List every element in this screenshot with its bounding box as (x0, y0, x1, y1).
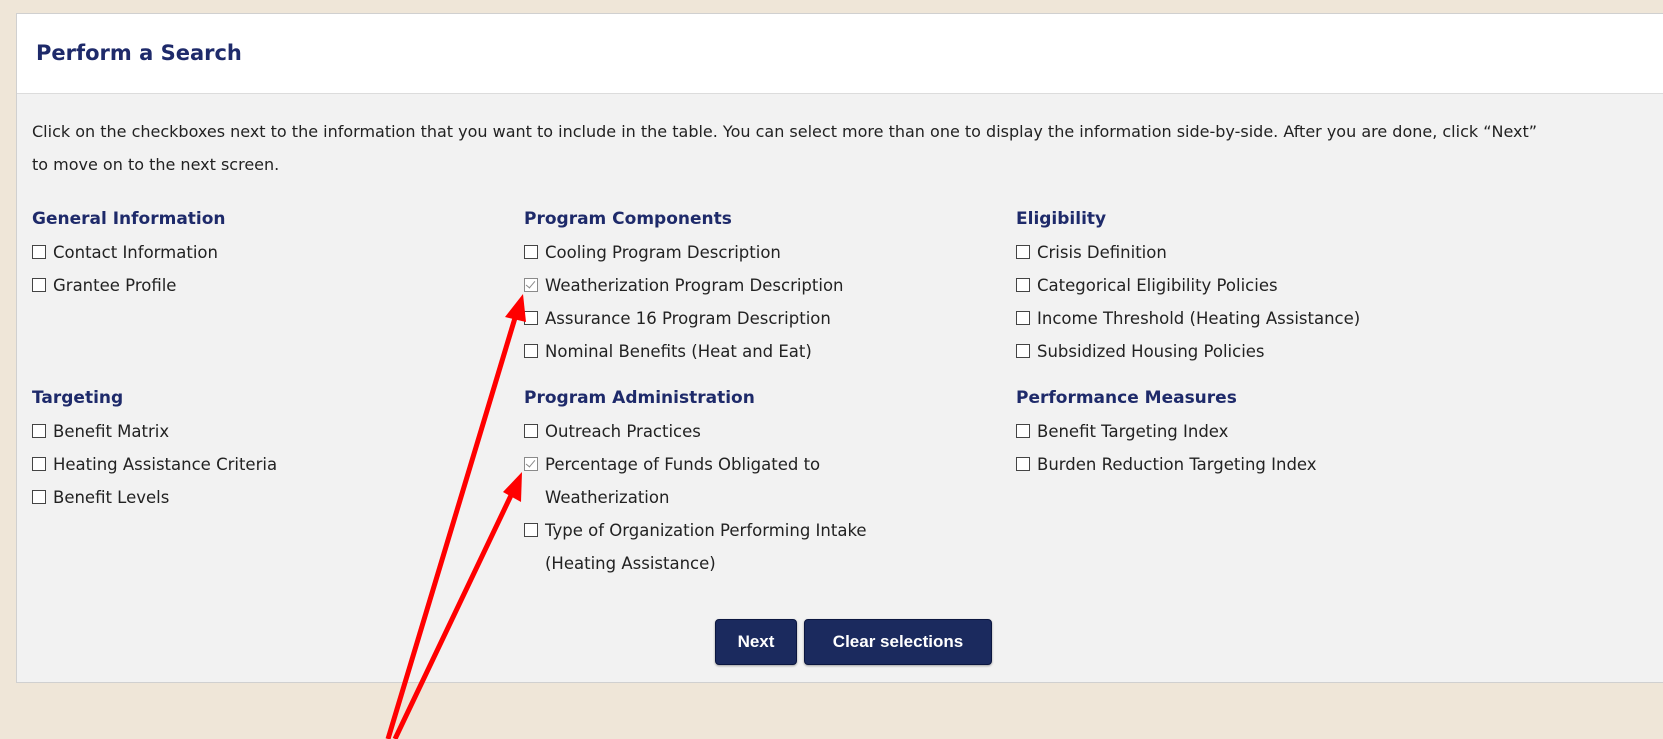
option-label: Type of Organization Performing Intake (… (545, 521, 867, 573)
option-label: Burden Reduction Targeting Index (1037, 455, 1317, 474)
option-label: Weatherization Program Description (545, 276, 844, 295)
group-performance-measures: Performance Measures Benefit Targeting I… (1016, 381, 1317, 481)
checkbox[interactable] (524, 344, 538, 358)
group-title: General Information (32, 209, 226, 229)
option-label: Subsidized Housing Policies (1037, 342, 1265, 361)
option-type-of-organization-intake[interactable]: Type of Organization Performing Intake (… (524, 514, 924, 580)
checkbox[interactable] (524, 523, 538, 537)
option-income-threshold[interactable]: Income Threshold (Heating Assistance) (1016, 302, 1360, 335)
option-contact-information[interactable]: Contact Information (32, 236, 226, 269)
option-label: Nominal Benefits (Heat and Eat) (545, 342, 812, 361)
checkbox-checked[interactable] (524, 278, 538, 292)
group-eligibility: Eligibility Crisis Definition Categorica… (1016, 202, 1360, 368)
option-percentage-funds-weatherization[interactable]: Percentage of Funds Obligated to Weather… (524, 448, 924, 514)
group-program-administration: Program Administration Outreach Practice… (524, 381, 924, 580)
checkbox[interactable] (1016, 311, 1030, 325)
instructions-text: Click on the checkboxes next to the info… (32, 122, 1538, 174)
option-subsidized-housing-policies[interactable]: Subsidized Housing Policies (1016, 335, 1360, 368)
checkbox[interactable] (1016, 424, 1030, 438)
page-title: Perform a Search (36, 41, 242, 65)
group-targeting: Targeting Benefit Matrix Heating Assista… (32, 381, 277, 514)
option-benefit-levels[interactable]: Benefit Levels (32, 481, 277, 514)
option-heating-assistance-criteria[interactable]: Heating Assistance Criteria (32, 448, 277, 481)
checkbox[interactable] (1016, 344, 1030, 358)
group-title: Eligibility (1016, 209, 1107, 229)
group-general-information: General Information Contact Information … (32, 202, 226, 302)
checkbox[interactable] (32, 245, 46, 259)
next-button[interactable]: Next (715, 619, 797, 665)
option-grantee-profile[interactable]: Grantee Profile (32, 269, 226, 302)
option-label: Income Threshold (Heating Assistance) (1037, 309, 1361, 328)
checkbox-checked[interactable] (524, 457, 538, 471)
option-assurance-16-program-description[interactable]: Assurance 16 Program Description (524, 302, 924, 335)
checkbox[interactable] (32, 457, 46, 471)
group-program-components: Program Components Cooling Program Descr… (524, 202, 924, 368)
option-outreach-practices[interactable]: Outreach Practices (524, 415, 924, 448)
option-label: Contact Information (53, 243, 218, 262)
option-label: Crisis Definition (1037, 243, 1167, 262)
checkbox[interactable] (524, 424, 538, 438)
option-label: Benefit Matrix (53, 422, 170, 441)
option-nominal-benefits[interactable]: Nominal Benefits (Heat and Eat) (524, 335, 924, 368)
checkbox[interactable] (32, 278, 46, 292)
option-crisis-definition[interactable]: Crisis Definition (1016, 236, 1360, 269)
group-title: Program Components (524, 209, 732, 229)
option-label: Assurance 16 Program Description (545, 309, 831, 328)
group-title: Performance Measures (1016, 388, 1237, 408)
group-title: Program Administration (524, 388, 755, 408)
option-cooling-program-description[interactable]: Cooling Program Description (524, 236, 924, 269)
option-label: Benefit Levels (53, 488, 170, 507)
option-label: Cooling Program Description (545, 243, 781, 262)
search-panel: Perform a Search Click on the checkboxes… (16, 13, 1663, 683)
option-benefit-targeting-index[interactable]: Benefit Targeting Index (1016, 415, 1317, 448)
option-benefit-matrix[interactable]: Benefit Matrix (32, 415, 277, 448)
checkbox[interactable] (1016, 278, 1030, 292)
option-label: Benefit Targeting Index (1037, 422, 1229, 441)
clear-selections-button[interactable]: Clear selections (804, 619, 992, 665)
option-label: Outreach Practices (545, 422, 701, 441)
group-title: Targeting (32, 388, 124, 408)
option-burden-reduction-targeting-index[interactable]: Burden Reduction Targeting Index (1016, 448, 1317, 481)
option-label: Percentage of Funds Obligated to Weather… (545, 455, 821, 507)
option-weatherization-program-description[interactable]: Weatherization Program Description (524, 269, 924, 302)
checkbox[interactable] (524, 311, 538, 325)
option-label: Grantee Profile (53, 276, 177, 295)
checkbox[interactable] (32, 424, 46, 438)
checkbox[interactable] (1016, 245, 1030, 259)
checkbox[interactable] (32, 490, 46, 504)
checkbox[interactable] (524, 245, 538, 259)
option-categorical-eligibility-policies[interactable]: Categorical Eligibility Policies (1016, 269, 1360, 302)
option-label: Heating Assistance Criteria (53, 455, 278, 474)
panel-header (17, 14, 1663, 94)
option-label: Categorical Eligibility Policies (1037, 276, 1278, 295)
checkbox[interactable] (1016, 457, 1030, 471)
